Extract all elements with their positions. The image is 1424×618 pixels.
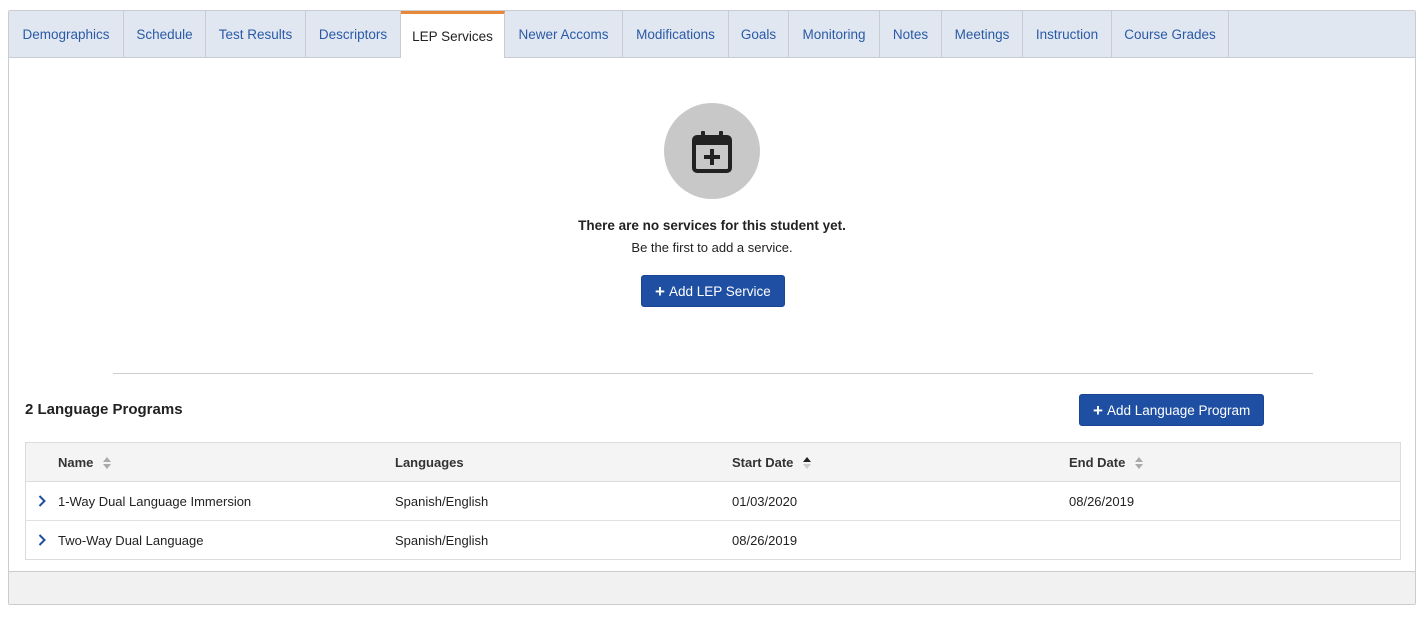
column-header-languages: Languages <box>395 455 732 470</box>
add-lep-service-button[interactable]: + Add LEP Service <box>641 275 785 307</box>
table-row: Two-Way Dual Language Spanish/English 08… <box>26 521 1400 559</box>
column-header-start-date-label: Start Date <box>732 454 794 470</box>
column-header-start-date[interactable]: Start Date <box>732 455 1069 470</box>
plus-icon: + <box>1093 400 1103 420</box>
program-name: Two-Way Dual Language <box>58 532 204 548</box>
column-header-name-label: Name <box>58 454 94 470</box>
empty-state: There are no services for this student y… <box>9 103 1415 255</box>
tab-goals[interactable]: Goals <box>729 11 789 57</box>
program-languages: Spanish/English <box>395 532 489 548</box>
tab-meetings[interactable]: Meetings <box>942 11 1023 57</box>
empty-state-title: There are no services for this student y… <box>578 218 846 233</box>
plus-icon: + <box>655 281 665 301</box>
column-header-end-date-label: End Date <box>1069 454 1126 470</box>
sort-icon <box>103 457 112 470</box>
add-lep-service-label: Add LEP Service <box>668 283 771 299</box>
tab-test-results[interactable]: Test Results <box>206 11 306 57</box>
add-language-program-button[interactable]: + Add Language Program <box>1079 394 1265 426</box>
tab-notes[interactable]: Notes <box>880 11 942 57</box>
sort-ascending-icon <box>803 457 812 470</box>
tab-instruction[interactable]: Instruction <box>1023 11 1112 57</box>
tab-schedule[interactable]: Schedule <box>124 11 206 57</box>
tab-bar: Demographics Schedule Test Results Descr… <box>9 11 1415 58</box>
tab-modifications[interactable]: Modifications <box>623 11 729 57</box>
column-header-languages-label: Languages <box>395 454 464 470</box>
column-header-name[interactable]: Name <box>58 455 395 470</box>
tab-newer-accoms[interactable]: Newer Accoms <box>505 11 623 57</box>
tab-course-grades[interactable]: Course Grades <box>1112 11 1229 57</box>
table-row: 1-Way Dual Language Immersion Spanish/En… <box>26 482 1400 521</box>
column-header-end-date[interactable]: End Date <box>1069 455 1399 470</box>
language-programs-table: Name Languages Start Date End Date 1-Way… <box>25 442 1401 560</box>
section-divider <box>113 373 1313 374</box>
tab-descriptors[interactable]: Descriptors <box>306 11 401 57</box>
chevron-right-icon[interactable] <box>38 495 46 507</box>
lep-services-panel: Demographics Schedule Test Results Descr… <box>8 10 1416 605</box>
tab-monitoring[interactable]: Monitoring <box>789 11 880 57</box>
program-languages: Spanish/English <box>395 493 489 509</box>
calendar-plus-icon <box>692 131 732 173</box>
program-start-date: 08/26/2019 <box>732 532 798 548</box>
tab-demographics[interactable]: Demographics <box>9 11 124 57</box>
program-start-date: 01/03/2020 <box>732 493 798 509</box>
empty-state-subtitle: Be the first to add a service. <box>631 240 793 255</box>
empty-state-badge <box>664 103 760 199</box>
chevron-right-icon[interactable] <box>38 534 46 546</box>
program-end-date: 08/26/2019 <box>1069 493 1135 509</box>
tab-lep-services[interactable]: LEP Services <box>401 11 505 58</box>
panel-footer <box>9 571 1415 604</box>
add-language-program-label: Add Language Program <box>1106 402 1251 418</box>
sort-icon <box>1134 457 1143 470</box>
program-name: 1-Way Dual Language Immersion <box>58 493 252 509</box>
table-header: Name Languages Start Date End Date <box>26 443 1400 482</box>
language-programs-title: 2 Language Programs <box>25 401 183 418</box>
